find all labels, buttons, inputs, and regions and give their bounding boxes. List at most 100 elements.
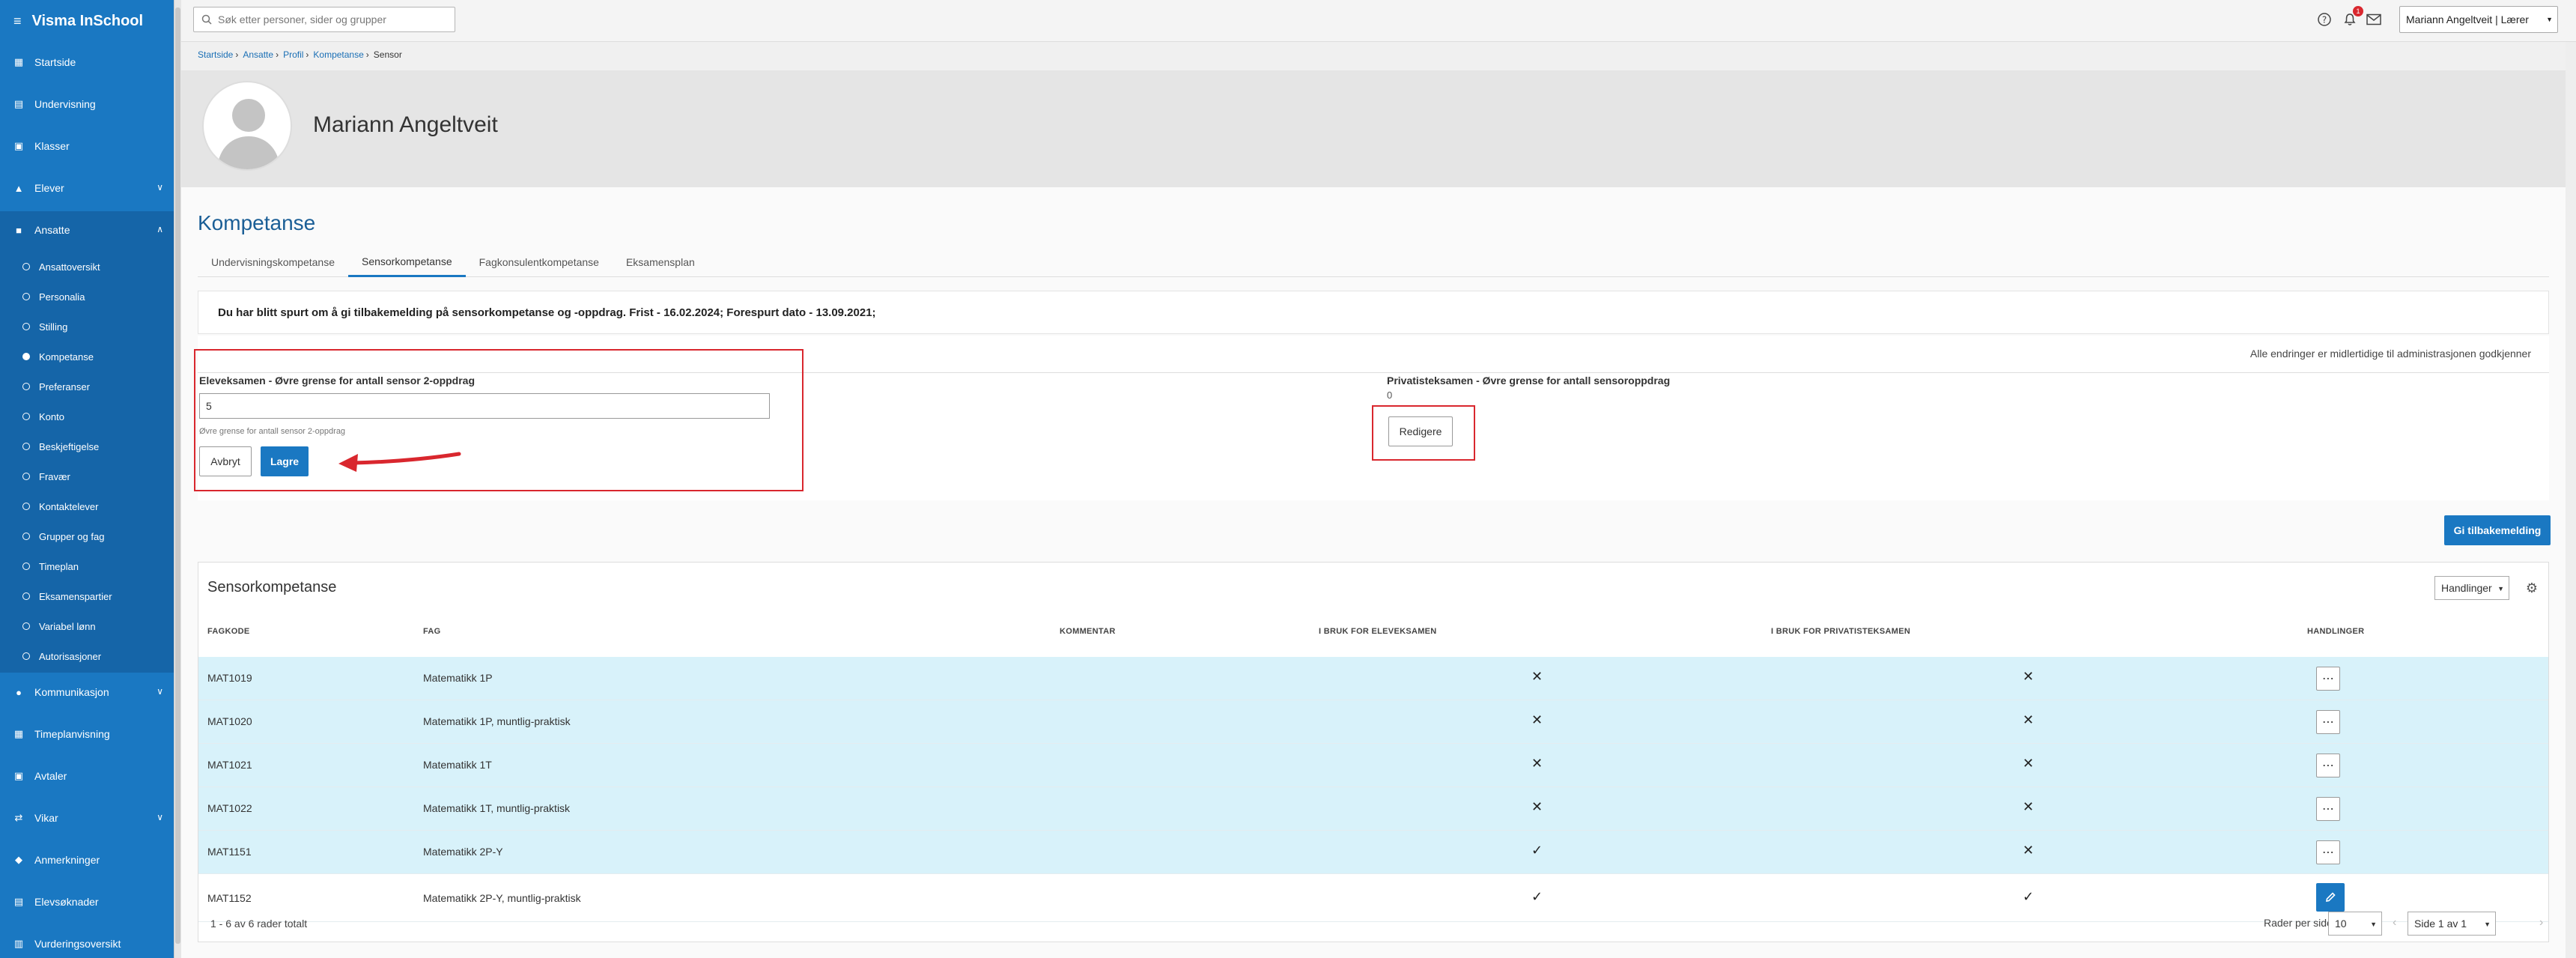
breadcrumb-profil[interactable]: Profil — [283, 49, 303, 60]
cancel-button[interactable]: Avbryt — [199, 446, 252, 476]
chevron-right-icon[interactable]: › — [2539, 916, 2543, 930]
submenu-item-timeplan[interactable]: Timeplan — [0, 551, 174, 581]
priv-limit-label: Privatisteksamen - Øvre grense for antal… — [1387, 375, 1671, 386]
sidebar-item-avtaler[interactable]: ▣ Avtaler — [0, 757, 174, 795]
chevron-down-icon: ∨ — [157, 182, 163, 192]
submenu-item-autorisasjoner[interactable]: Autorisasjoner — [0, 641, 174, 671]
tab-bar: Undervisningskompetanse Sensorkompetanse… — [198, 247, 2549, 277]
table-row[interactable]: MAT1019 Matematikk 1P ✕ ✕ ⋯ — [198, 657, 2548, 700]
calendar-icon: ▦ — [13, 728, 24, 739]
submenu-item-eksamenspartier[interactable]: Eksamenspartier — [0, 581, 174, 611]
column-header-elev[interactable]: I BRUK FOR ELEVEKSAMEN — [1319, 627, 1437, 636]
check-icon: ✓ — [2023, 889, 2035, 904]
edit-button[interactable]: Redigere — [1388, 416, 1453, 446]
search-box[interactable] — [193, 7, 455, 32]
column-header-kommentar[interactable]: KOMMENTAR — [1060, 627, 1116, 636]
sidebar-item-klasser[interactable]: ▣ Klasser — [0, 127, 174, 165]
column-header-fagkode[interactable]: FAGKODE — [207, 627, 250, 636]
circle-icon — [22, 383, 30, 390]
row-fagkode: MAT1151 — [207, 846, 252, 858]
tab-undervisningskompetanse[interactable]: Undervisningskompetanse — [198, 247, 348, 277]
menu-icon[interactable]: ≡ — [13, 13, 22, 29]
sidebar-item-ansatte[interactable]: ■ Ansatte ∧ — [0, 211, 174, 249]
help-icon[interactable]: ? — [2315, 10, 2333, 28]
sidebar-item-elever[interactable]: ▲ Elever ∨ — [0, 169, 174, 207]
actions-dropdown[interactable]: Handlinger ▼ — [2434, 576, 2509, 600]
pending-changes-bar: Alle endringer er midlertidige til admin… — [198, 336, 2549, 373]
table-row[interactable]: MAT1151 Matematikk 2P-Y ✓ ✕ ⋯ — [198, 831, 2548, 874]
notifications-icon[interactable]: 1 — [2341, 6, 2363, 28]
more-actions-button[interactable]: ⋯ — [2316, 797, 2340, 821]
sidebar-item-undervisning[interactable]: ▤ Undervisning — [0, 85, 174, 123]
rows-per-page-select[interactable]: 10 ▼ — [2328, 912, 2382, 936]
edit-row-button[interactable] — [2316, 883, 2345, 912]
row-fagkode: MAT1022 — [207, 802, 252, 814]
submenu-item-kompetanse[interactable]: Kompetanse — [0, 342, 174, 372]
row-fag: Matematikk 1T — [423, 759, 492, 771]
column-header-handlinger: HANDLINGER — [2307, 627, 2365, 636]
breadcrumb-startside[interactable]: Startside — [198, 49, 233, 60]
submenu-item-grupper-og-fag[interactable]: Grupper og fag — [0, 521, 174, 551]
submenu-item-ansattoversikt[interactable]: Ansattoversikt — [0, 252, 174, 282]
submenu-item-beskjeftigelse[interactable]: Beskjeftigelse — [0, 431, 174, 461]
sidebar-item-elevsoknader[interactable]: ▤ Elevsøknader — [0, 883, 174, 921]
inbox-icon: ▤ — [13, 896, 24, 907]
give-feedback-button[interactable]: Gi tilbakemelding — [2444, 515, 2551, 545]
chevron-left-icon[interactable]: ‹ — [2393, 916, 2396, 930]
row-fag: Matematikk 1P, muntlig-praktisk — [423, 715, 571, 727]
gear-icon[interactable]: ⚙ — [2523, 579, 2541, 597]
submenu-item-stilling[interactable]: Stilling — [0, 312, 174, 342]
chevron-up-icon: ∧ — [157, 224, 163, 234]
submenu-item-fravaer[interactable]: Fravær — [0, 461, 174, 491]
pending-changes-note: Alle endringer er midlertidige til admin… — [2250, 348, 2531, 360]
table-row[interactable]: MAT1021 Matematikk 1T ✕ ✕ ⋯ — [198, 744, 2548, 787]
more-actions-button[interactable]: ⋯ — [2316, 754, 2340, 777]
elev-limit-input[interactable] — [199, 393, 770, 419]
save-button[interactable]: Lagre — [261, 446, 309, 476]
submenu-item-preferanser[interactable]: Preferanser — [0, 372, 174, 401]
breadcrumb-ansatte[interactable]: Ansatte — [243, 49, 273, 60]
more-actions-button[interactable]: ⋯ — [2316, 710, 2340, 734]
bell-icon: ◆ — [15, 854, 22, 865]
table-row[interactable]: MAT1152 Matematikk 2P-Y, muntlig-praktis… — [198, 874, 2548, 922]
book-icon: ▤ — [13, 98, 24, 109]
more-actions-button[interactable]: ⋯ — [2316, 840, 2340, 864]
sidebar-item-vurderingsoversikt[interactable]: ▥ Vurderingsoversikt — [0, 925, 174, 958]
column-header-priv[interactable]: I BRUK FOR PRIVATISTEKSAMEN — [1771, 627, 1910, 636]
more-actions-button[interactable]: ⋯ — [2316, 667, 2340, 691]
mail-icon[interactable] — [2365, 10, 2383, 28]
sidebar: ≡ Visma InSchool ▦ Startside ▤ Undervisn… — [0, 0, 174, 958]
sidebar-item-anmerkninger[interactable]: ◆ Anmerkninger — [0, 841, 174, 879]
app-brand[interactable]: ≡ Visma InSchool — [0, 0, 174, 42]
submenu-item-konto[interactable]: Konto — [0, 401, 174, 431]
submenu-item-personalia[interactable]: Personalia — [0, 282, 174, 312]
svg-text:?: ? — [2322, 15, 2327, 25]
user-menu[interactable]: Mariann Angeltveit | Lærer ▼ — [2399, 6, 2558, 33]
sidebar-item-startside[interactable]: ▦ Startside — [0, 43, 174, 81]
sidebar-item-kommunikasjon[interactable]: ● Kommunikasjon ∨ — [0, 673, 174, 711]
feedback-notice: Du har blitt spurt om å gi tilbakemeldin… — [198, 291, 2549, 334]
page-select[interactable]: Side 1 av 1 ▼ — [2408, 912, 2496, 936]
chat-icon: ● — [16, 686, 22, 698]
submenu-item-variabel-lonn[interactable]: Variabel lønn — [0, 611, 174, 641]
chart-icon: ▥ — [13, 938, 24, 949]
column-header-fag[interactable]: FAG — [423, 627, 441, 636]
sidebar-scrollbar[interactable] — [174, 0, 181, 958]
sidebar-item-timeplanvisning[interactable]: ▦ Timeplanvisning — [0, 715, 174, 753]
tab-eksamensplan[interactable]: Eksamensplan — [613, 247, 708, 277]
breadcrumb-kompetanse[interactable]: Kompetanse — [313, 49, 363, 60]
tab-sensorkompetanse[interactable]: Sensorkompetanse — [347, 247, 466, 277]
search-input[interactable] — [218, 13, 443, 25]
caret-down-icon: ▼ — [2370, 921, 2377, 928]
caret-down-icon: ▼ — [2484, 921, 2491, 928]
chevron-right-icon: › — [276, 49, 279, 60]
sidebar-item-vikar[interactable]: ⇄ Vikar ∨ — [0, 799, 174, 837]
annotation-arrow-icon — [338, 452, 461, 472]
tab-fagkonsulentkompetanse[interactable]: Fagkonsulentkompetanse — [466, 247, 613, 277]
table-row[interactable]: MAT1022 Matematikk 1T, muntlig-praktisk … — [198, 787, 2548, 831]
table-row[interactable]: MAT1020 Matematikk 1P, muntlig-praktisk … — [198, 700, 2548, 744]
scrollbar-thumb[interactable] — [175, 7, 180, 944]
submenu-item-kontaktelever[interactable]: Kontaktelever — [0, 491, 174, 521]
sensorkompetanse-card: Sensorkompetanse Handlinger ▼ ⚙ FAGKODE … — [198, 562, 2549, 942]
cross-icon: ✕ — [1531, 669, 1543, 684]
